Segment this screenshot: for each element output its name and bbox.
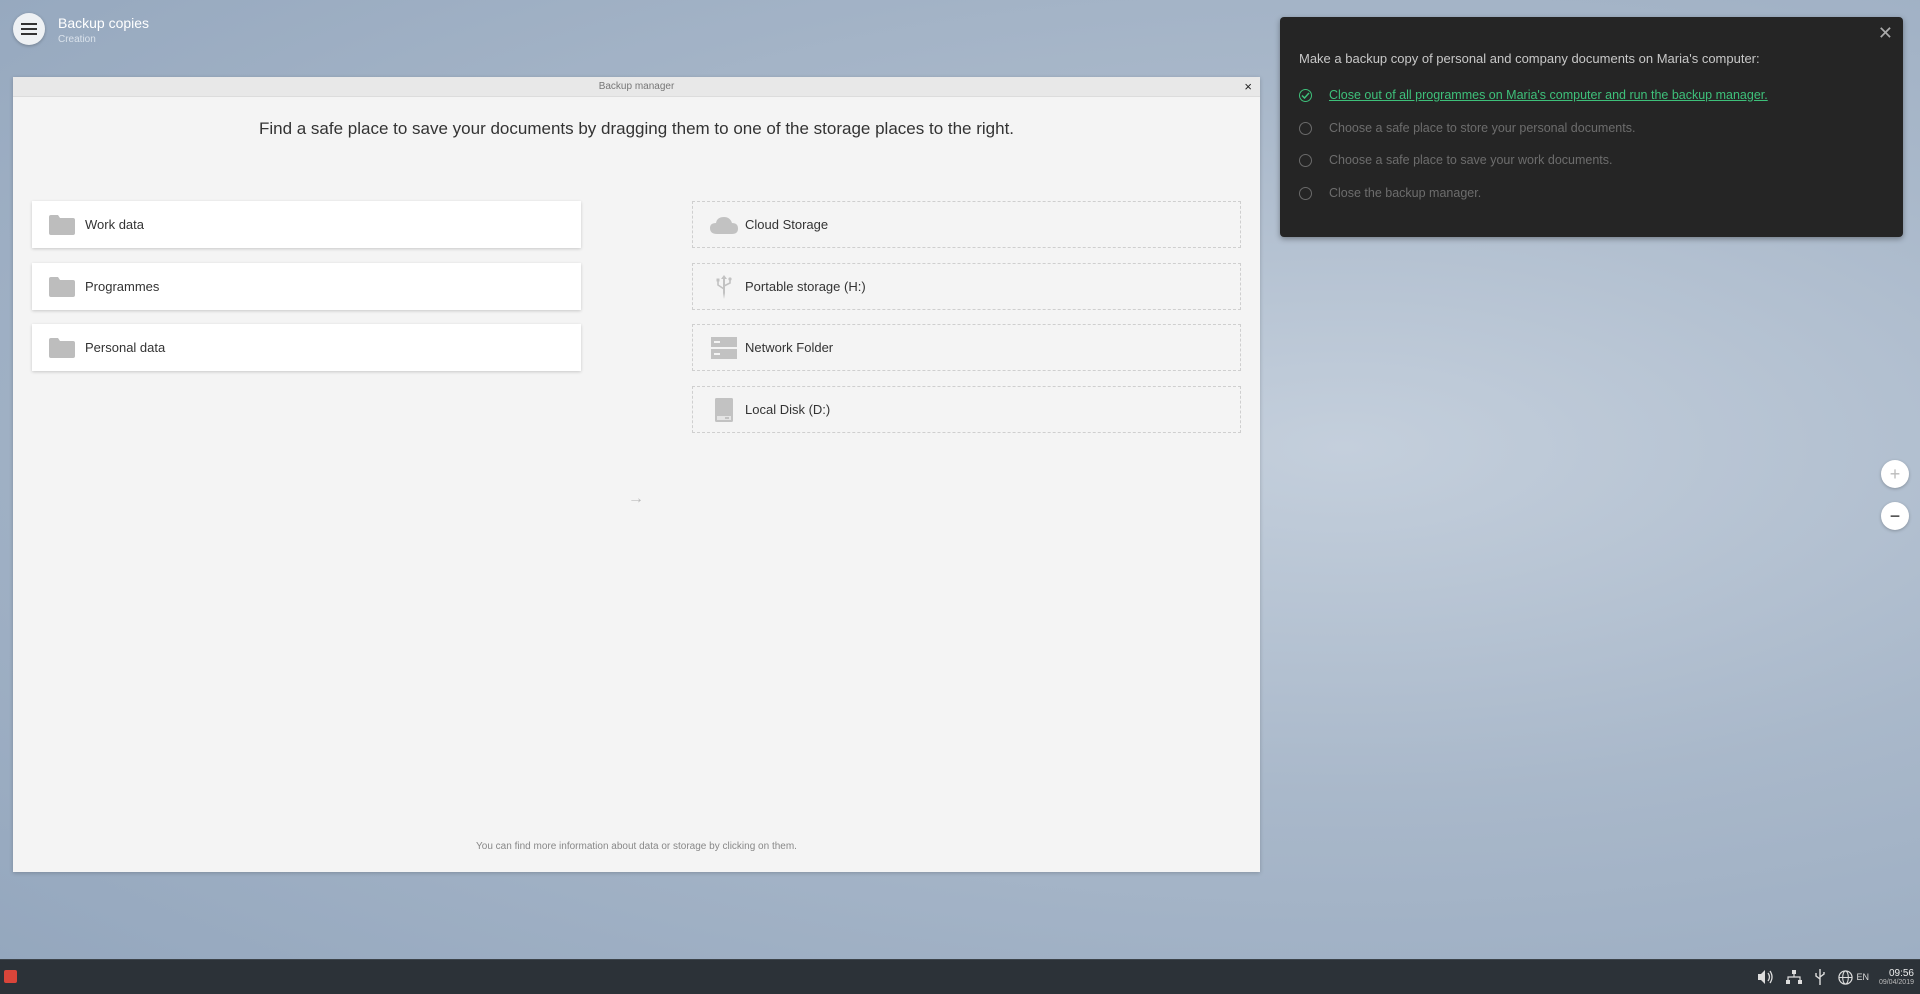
task-label: Close out of all programmes on Maria's c…	[1329, 88, 1768, 102]
start-button[interactable]	[4, 970, 17, 983]
window-title: Backup manager	[598, 81, 675, 92]
drop-zone-network-folder[interactable]: Network Folder	[692, 324, 1241, 371]
hamburger-icon	[21, 23, 37, 35]
system-tray: EN 09:56 09/04/2019	[1752, 960, 1920, 994]
task-panel-close-button[interactable]: ✕	[1878, 23, 1893, 44]
drag-item-label: Personal data	[85, 340, 166, 355]
task-label: Choose a safe place to store your person…	[1329, 121, 1636, 135]
clock[interactable]: 09:56 09/04/2019	[1878, 967, 1914, 986]
drag-item-programmes[interactable]: Programmes	[32, 263, 581, 310]
app-title: Backup copies	[58, 15, 150, 31]
backup-manager-window: Backup manager × Find a safe place to sa…	[13, 77, 1260, 872]
drag-item-label: Programmes	[85, 279, 160, 294]
window-close-button[interactable]: ×	[1244, 77, 1252, 96]
drop-zone-local-disk[interactable]: Local Disk (D:)	[692, 386, 1241, 433]
task-label: Close the backup manager.	[1329, 186, 1482, 200]
taskbar: EN 09:56 09/04/2019	[0, 959, 1920, 994]
task-panel: ✕ Make a backup copy of personal and com…	[1280, 17, 1903, 237]
task-item-4: Close the backup manager.	[1299, 186, 1481, 200]
instruction-text: Find a safe place to save your documents…	[258, 119, 1015, 138]
task-label: Choose a safe place to save your work do…	[1329, 153, 1613, 167]
check-circle-icon	[1299, 88, 1312, 102]
usb-tray-icon[interactable]	[1814, 969, 1826, 985]
window-titlebar: Backup manager ×	[13, 77, 1260, 97]
folder-icon	[49, 276, 75, 297]
volume-icon[interactable]	[1758, 970, 1774, 984]
menu-button[interactable]	[13, 13, 45, 45]
circle-icon	[1299, 186, 1312, 200]
circle-icon	[1299, 153, 1312, 167]
task-item-1[interactable]: Close out of all programmes on Maria's c…	[1299, 88, 1768, 102]
server-icon	[711, 336, 737, 359]
globe-icon[interactable]	[1838, 969, 1854, 985]
app-subtitle: Creation	[58, 34, 96, 45]
usb-icon	[716, 274, 732, 299]
language-indicator[interactable]: EN	[1856, 972, 1869, 982]
arrow-right-icon: →	[628, 490, 644, 507]
disk-icon	[715, 397, 733, 422]
drop-zone-label: Cloud Storage	[745, 217, 829, 232]
footer-hint: You can find more information about data…	[476, 841, 797, 852]
zoom-out-button[interactable]: −	[1881, 502, 1909, 530]
folder-icon	[49, 214, 75, 235]
task-item-3: Choose a safe place to save your work do…	[1299, 153, 1612, 167]
zoom-in-button[interactable]: +	[1881, 460, 1909, 488]
drag-item-work-data[interactable]: Work data	[32, 201, 581, 248]
circle-icon	[1299, 121, 1312, 135]
drag-item-personal-data[interactable]: Personal data	[32, 324, 581, 371]
network-icon[interactable]	[1786, 970, 1803, 984]
clock-time: 09:56	[1888, 967, 1914, 979]
clock-date: 09/04/2019	[1878, 978, 1914, 986]
drop-zone-portable-storage[interactable]: Portable storage (H:)	[692, 263, 1241, 310]
drag-item-label: Work data	[85, 217, 145, 232]
cloud-icon	[710, 216, 738, 234]
task-item-2: Choose a safe place to store your person…	[1299, 121, 1635, 135]
task-title: Make a backup copy of personal and compa…	[1299, 51, 1760, 66]
drop-zone-label: Portable storage (H:)	[745, 279, 866, 294]
drop-zone-cloud-storage[interactable]: Cloud Storage	[692, 201, 1241, 248]
drop-zone-label: Network Folder	[745, 340, 834, 355]
drop-zone-label: Local Disk (D:)	[745, 402, 831, 417]
folder-icon	[49, 337, 75, 358]
